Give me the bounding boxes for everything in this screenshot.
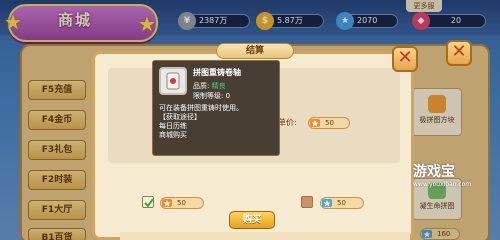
tooltip-level: 限制等级: 0 (193, 91, 230, 101)
tooltip-quality-value: 精良 (211, 82, 226, 90)
tooltip-quality: 品质: 精良 (193, 81, 226, 91)
unit-price-label: 单价: (278, 118, 297, 127)
tooltip-level-label: 限制等级: (193, 92, 224, 100)
close-icon: ✕ (397, 47, 413, 68)
tooltip-desc-line: 商城购买 (159, 131, 187, 139)
tooltip-desc-line: 可在装备拼图重铸时使用。 (159, 104, 243, 112)
pay-option-price-right-value: 50 (337, 199, 346, 207)
tooltip-desc-line: 每日历练 (159, 122, 187, 130)
star-ticket-icon (319, 195, 335, 211)
check-icon (144, 198, 154, 208)
tooltip-desc-line: 【获取途径】 (159, 113, 201, 121)
unit-price-value: 50 (325, 119, 334, 127)
gold-ticket-icon (307, 115, 323, 131)
dialog-title: 结算 (216, 43, 294, 59)
tooltip-title: 拼图重铸卷轴 (193, 68, 241, 77)
unit-price-tag: 50 (308, 117, 350, 129)
pay-option-price-left: 50 (160, 197, 204, 209)
tooltip-quality-label: 品质: (193, 82, 210, 90)
item-tooltip: 拼图重铸卷轴 品质: 精良 限制等级: 0 可在装备拼图重铸时使用。 【获取途径… (152, 60, 280, 156)
pay-option-price-right: 50 (320, 197, 364, 209)
bottom-strip (120, 232, 410, 240)
pay-option-checkbox-right[interactable] (301, 196, 313, 208)
close-icon: ✕ (451, 41, 467, 62)
scroll-icon (159, 67, 187, 95)
shop-close-button[interactable]: ✕ (446, 40, 472, 66)
watermark-brand: 游戏宝 (413, 164, 455, 180)
pay-option-checkbox-left[interactable] (142, 196, 154, 208)
dialog-close-button[interactable]: ✕ (392, 46, 418, 72)
pay-option-price-left-value: 50 (177, 199, 186, 207)
gold-ticket-icon (159, 195, 175, 211)
tooltip-level-value: 0 (225, 92, 231, 100)
buy-button[interactable]: 购买 (229, 211, 275, 229)
watermark-url: www.youxibao.com (413, 181, 472, 188)
watermark: 游戏宝 www.youxibao.com (413, 161, 493, 207)
